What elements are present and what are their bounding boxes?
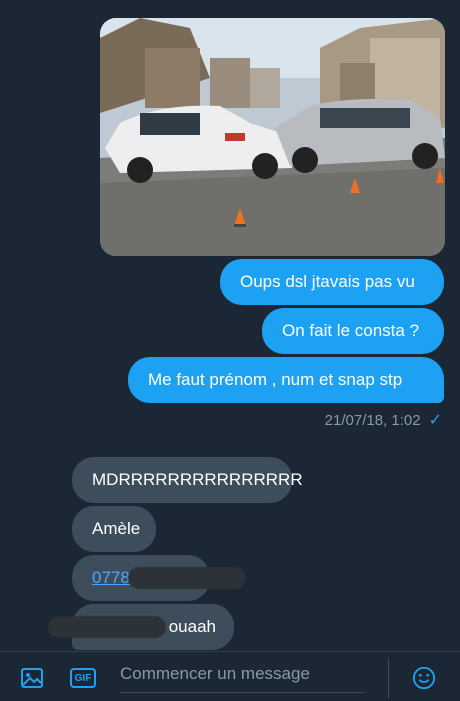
gif-icon[interactable]: GIF xyxy=(70,668,96,688)
message-text: Oups dsl jtavais pas vu xyxy=(240,272,415,291)
message-input[interactable]: Commencer un message xyxy=(120,664,310,684)
phone-number-link[interactable]: 0778 xyxy=(92,568,130,588)
message-text: Me faut prénom , num et snap stp xyxy=(148,370,403,389)
photo-attachment[interactable] xyxy=(100,18,445,256)
composer-divider xyxy=(388,658,389,698)
message-composer: GIF Commencer un message xyxy=(0,651,460,701)
gif-label: GIF xyxy=(74,672,92,684)
car-crash-photo xyxy=(100,18,445,256)
outgoing-message[interactable]: Me faut prénom , num et snap stp xyxy=(128,357,444,403)
redacted-text xyxy=(48,616,166,638)
outgoing-message[interactable]: Oups dsl jtavais pas vu xyxy=(220,259,444,305)
message-text: On fait le consta ? xyxy=(282,321,420,340)
message-text: MDRRRRRRRRRRRRRRR xyxy=(92,470,303,489)
input-underline xyxy=(120,692,365,693)
message-text: Amèle xyxy=(92,519,141,538)
outgoing-message[interactable]: On fait le consta ? xyxy=(262,308,444,354)
message-text: ouaah xyxy=(168,617,216,636)
redacted-phone xyxy=(128,567,246,589)
image-icon[interactable] xyxy=(20,666,44,690)
incoming-message[interactable]: Amèle xyxy=(72,506,156,552)
message-timestamp: 21/07/18, 1:02 ✓ xyxy=(325,410,442,430)
read-check-icon: ✓ xyxy=(428,412,442,429)
timestamp-text: 21/07/18, 1:02 xyxy=(324,411,421,429)
incoming-message[interactable]: MDRRRRRRRRRRRRRRR xyxy=(72,457,303,503)
emoji-icon[interactable] xyxy=(412,666,436,690)
